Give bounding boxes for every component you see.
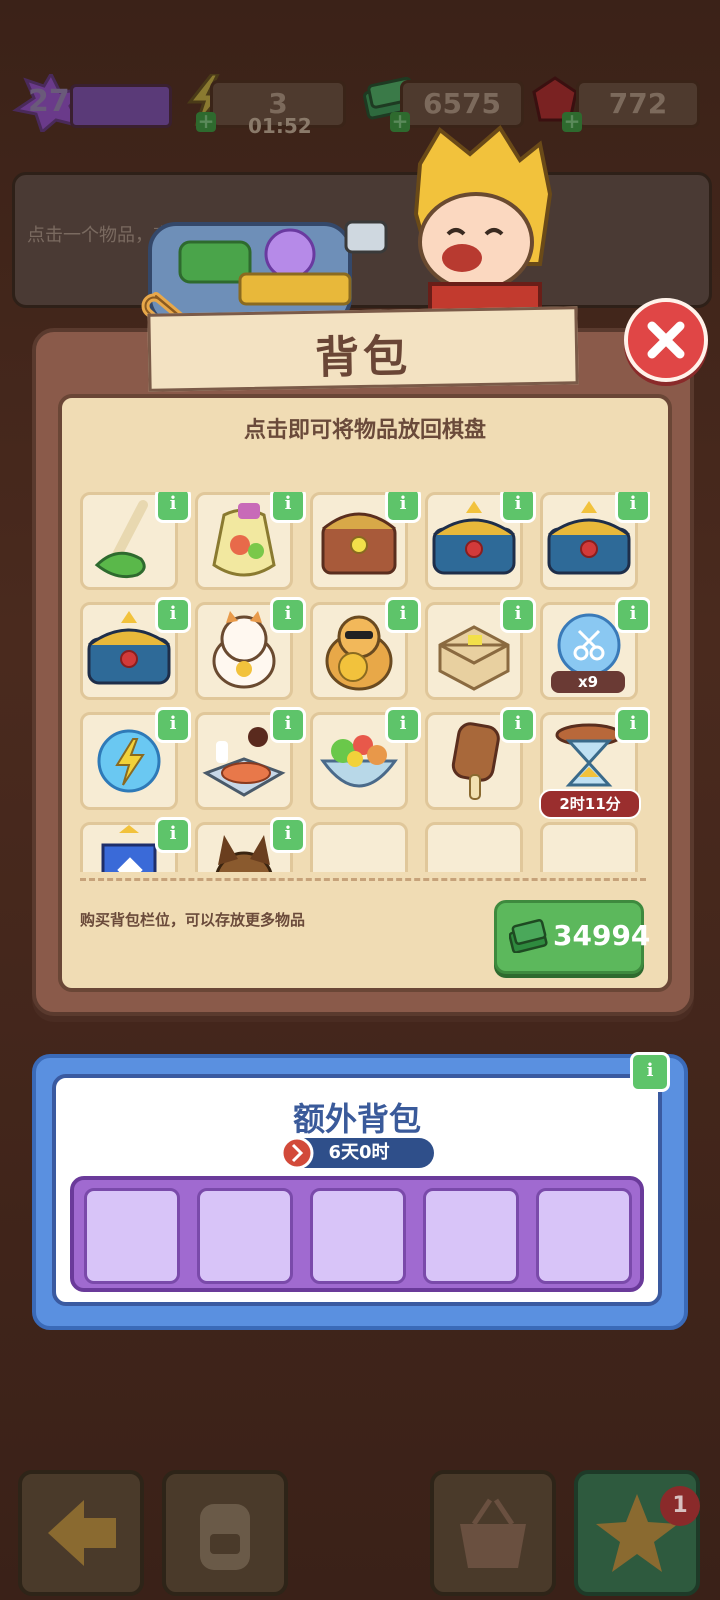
extra-backpack-title: 额外背包 bbox=[292, 1100, 421, 1138]
backpack-inner-panel: 点击即可将物品放回棋盘 i i i i i i i i i i x9 i i i i i 2时11分 i i 购买背… bbox=[58, 394, 672, 992]
extra-backpack-slot[interactable] bbox=[423, 1188, 519, 1284]
backpack-subtitle: 点击即可将物品放回棋盘 bbox=[243, 418, 486, 443]
backpack-item-slot[interactable]: i bbox=[195, 597, 306, 700]
extra-info-button[interactable]: i bbox=[630, 1052, 670, 1092]
notification-badge: 1 bbox=[660, 1486, 700, 1526]
cash-stack-icon bbox=[509, 919, 548, 953]
info-button[interactable]: i bbox=[270, 707, 306, 743]
info-button[interactable]: i bbox=[615, 597, 650, 633]
info-button[interactable]: i bbox=[500, 597, 536, 633]
buy-slot-button[interactable]: 34994 bbox=[494, 900, 650, 974]
info-button[interactable]: i bbox=[155, 817, 191, 853]
info-icon: i bbox=[646, 1060, 654, 1081]
extra-slot-row bbox=[70, 1176, 644, 1292]
empty-slot bbox=[425, 822, 523, 872]
info-button[interactable]: i bbox=[270, 597, 306, 633]
close-button[interactable] bbox=[624, 298, 708, 382]
backpack-item-slot[interactable]: i bbox=[80, 707, 191, 810]
backpack-item-slot[interactable]: i bbox=[195, 707, 306, 810]
item-count-badge: x9 bbox=[551, 671, 625, 693]
backpack-nav-button[interactable] bbox=[162, 1470, 288, 1596]
cash-counter[interactable]: 6575 bbox=[400, 80, 524, 128]
info-button[interactable]: i bbox=[385, 707, 421, 743]
info-button[interactable]: i bbox=[155, 597, 191, 633]
close-icon bbox=[647, 321, 685, 359]
backpack-item-slot[interactable]: i bbox=[425, 707, 536, 810]
info-button[interactable]: i bbox=[615, 707, 650, 743]
backpack-item-slot[interactable]: i bbox=[540, 492, 650, 590]
info-button[interactable]: i bbox=[155, 492, 191, 523]
backpack-item-slot[interactable]: i bbox=[310, 707, 421, 810]
buy-slot-text: 购买背包栏位，可以存放更多物品 bbox=[80, 911, 306, 929]
extra-backpack-inner: 额外背包 6天0时 bbox=[52, 1074, 662, 1306]
backpack-item-slot[interactable]: i bbox=[425, 597, 536, 700]
cash-value: 6575 bbox=[423, 87, 501, 120]
info-button[interactable]: i bbox=[270, 817, 306, 853]
backpack-item-slot[interactable]: i bbox=[425, 492, 536, 590]
backpack-item-slot[interactable]: i bbox=[310, 597, 421, 700]
backpack-item-slot[interactable]: i bbox=[80, 492, 191, 590]
gem-value: 772 bbox=[608, 87, 668, 120]
info-button[interactable]: i bbox=[155, 707, 191, 743]
clock-icon bbox=[280, 1136, 314, 1170]
backpack-item-slot[interactable]: i bbox=[80, 597, 191, 700]
extra-backpack-slot[interactable] bbox=[84, 1188, 180, 1284]
backpack-modal: 点击即可将物品放回棋盘 i i i i i i i i i i x9 i i i i i 2时11分 i i 购买背… bbox=[32, 328, 694, 1016]
info-button[interactable]: i bbox=[500, 492, 536, 523]
backpack-item-slot[interactable]: i 2时11分 bbox=[539, 707, 650, 819]
basket-icon bbox=[460, 1498, 526, 1568]
backpack-item-slot[interactable]: i x9 bbox=[540, 597, 650, 700]
info-button[interactable]: i bbox=[270, 492, 306, 523]
extra-backpack-slot[interactable] bbox=[536, 1188, 632, 1284]
level-number: 27 bbox=[28, 84, 70, 119]
extra-backpack-panel: 额外背包 6天0时 i bbox=[32, 1052, 688, 1330]
empty-slot bbox=[540, 822, 638, 872]
backpack-item-slot[interactable]: i bbox=[310, 492, 421, 590]
empty-slot bbox=[310, 822, 408, 872]
buy-slot-price: 34994 bbox=[553, 919, 651, 952]
backpack-item-grid: i i i i i i i i i i x9 i i i i i 2时11分 i i bbox=[80, 492, 650, 872]
gem-counter[interactable]: 772 bbox=[576, 80, 700, 128]
backpack-item-slot[interactable]: i bbox=[195, 492, 306, 590]
back-nav-button[interactable] bbox=[18, 1470, 144, 1596]
extra-backpack-timer-text: 6天0时 bbox=[328, 1142, 390, 1163]
backpack-icon bbox=[200, 1504, 250, 1570]
level-progress-bar bbox=[70, 84, 172, 128]
extra-backpack-slot[interactable] bbox=[197, 1188, 293, 1284]
backpack-title: 背包 bbox=[314, 331, 412, 384]
arrow-left-icon bbox=[48, 1500, 116, 1566]
item-timer-badge: 2时11分 bbox=[539, 789, 641, 819]
extra-backpack-slot[interactable] bbox=[310, 1188, 406, 1284]
shop-nav-button[interactable] bbox=[430, 1470, 556, 1596]
info-button[interactable]: i bbox=[615, 492, 650, 523]
info-button[interactable]: i bbox=[500, 707, 536, 743]
backpack-item-slot[interactable]: i bbox=[195, 817, 306, 872]
info-button[interactable]: i bbox=[385, 492, 421, 523]
backpack-title-banner: 背包 bbox=[147, 306, 579, 392]
info-button[interactable]: i bbox=[385, 597, 421, 633]
grid-divider bbox=[80, 878, 646, 881]
backpack-item-slot[interactable]: i bbox=[80, 817, 191, 872]
